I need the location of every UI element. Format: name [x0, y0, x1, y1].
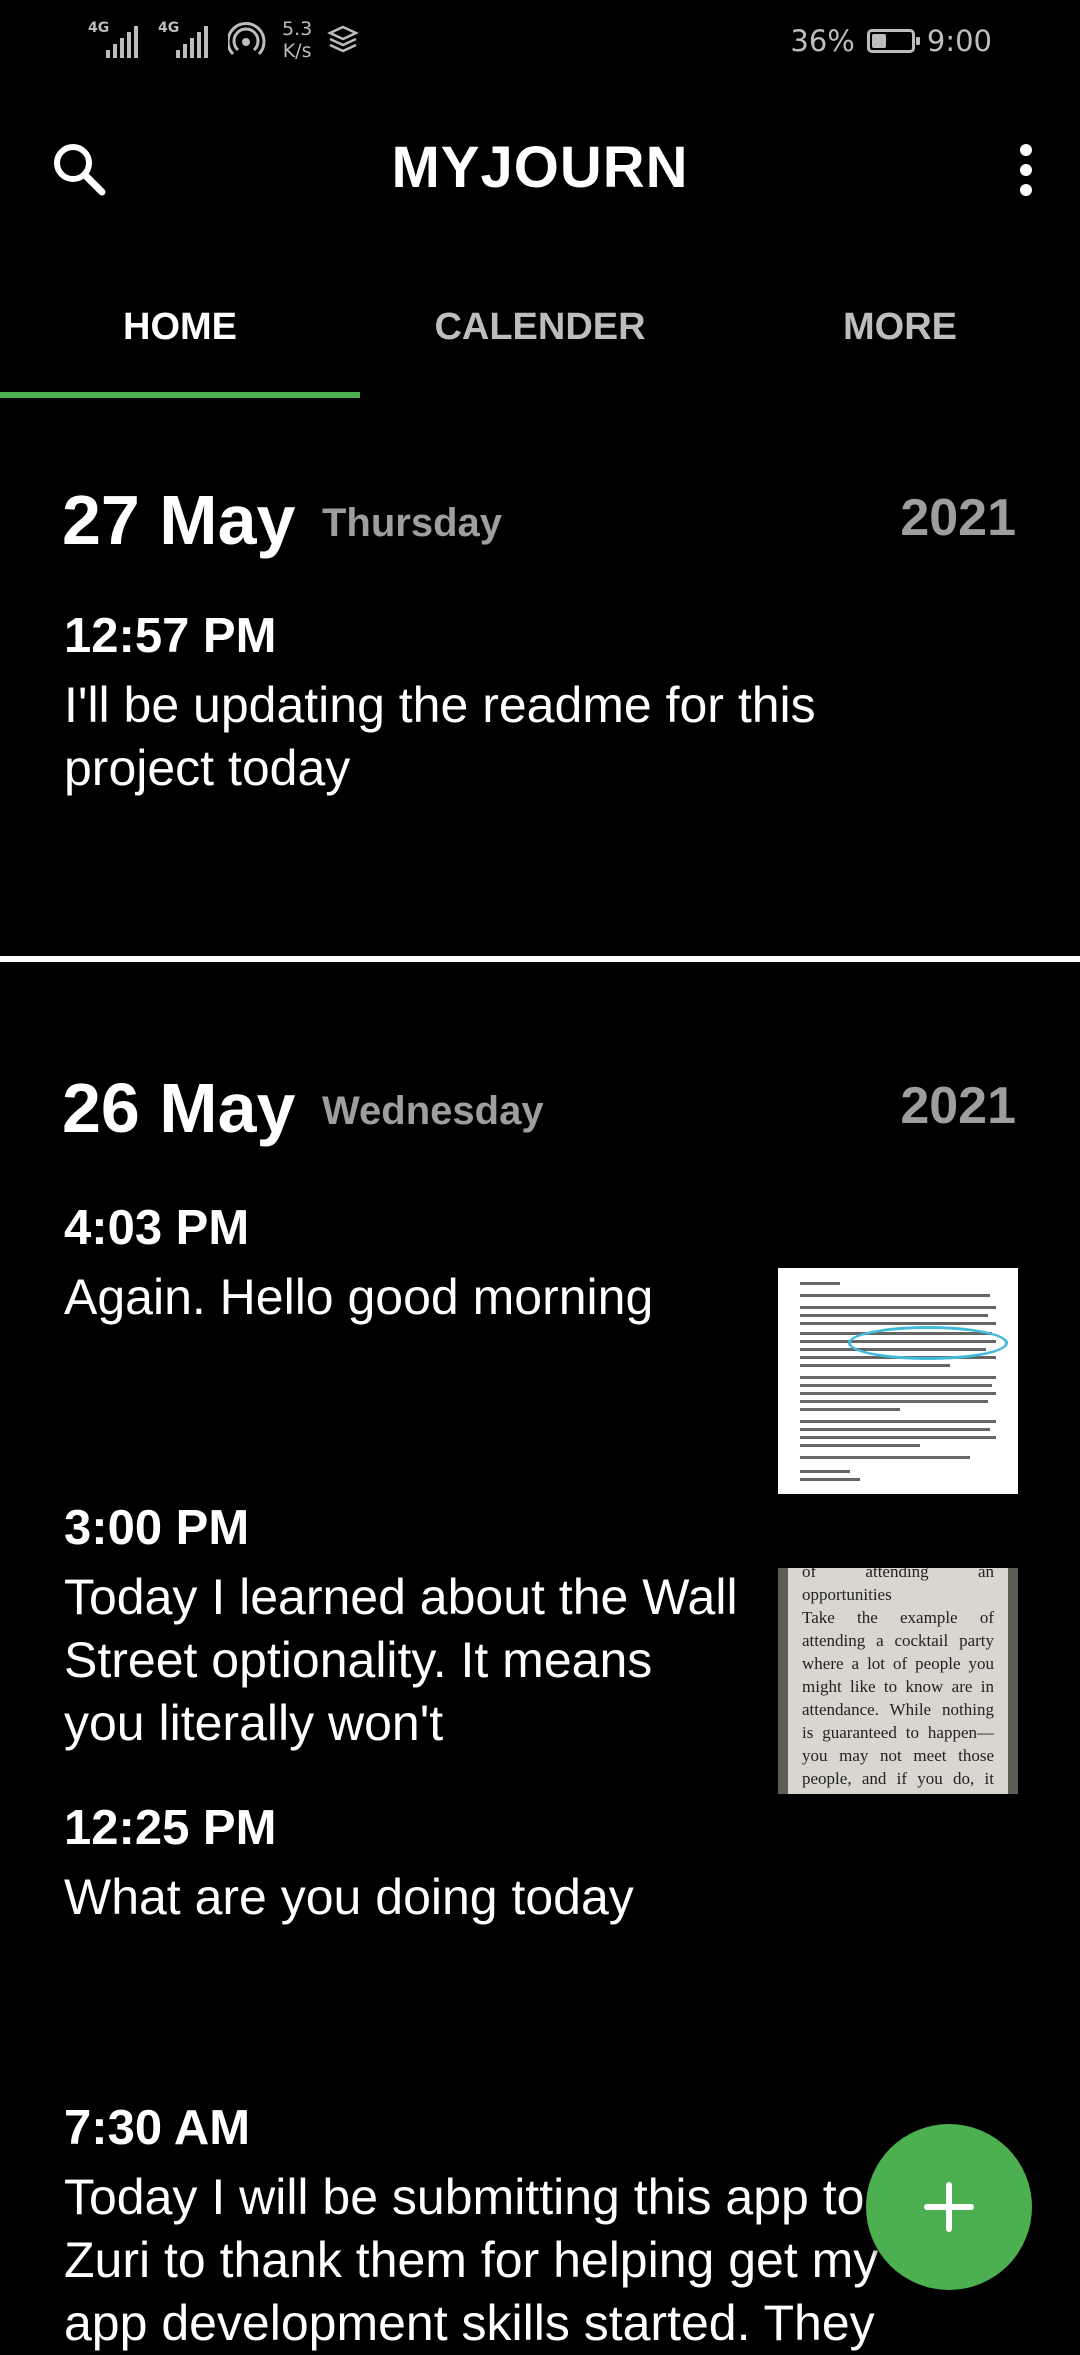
overflow-menu-button[interactable] — [996, 130, 1056, 210]
day-date: 26 May — [62, 1069, 296, 1147]
more-vert-icon — [1020, 144, 1032, 156]
day-card: 27 May Thursday 2021 12:57 PM I'll be up… — [0, 398, 1080, 956]
entry-text: I'll be updating the readme for this pro… — [64, 677, 816, 796]
hotspot-icon — [228, 22, 266, 56]
journal-entry[interactable]: 3:00 PM Today I learned about the Wall S… — [64, 1498, 744, 1755]
tab-bar: HOME CALENDER MORE — [0, 256, 1080, 398]
clock: 9:00 — [926, 24, 992, 58]
network-speed: 5.3 K/s — [282, 18, 313, 62]
entry-time: 3:00 PM — [64, 1501, 250, 1555]
entry-time: 7:30 AM — [64, 2101, 251, 2155]
book-page-text: of attending an opportunities Take the e… — [802, 1568, 994, 1794]
day-header: 27 May Thursday 2021 — [62, 470, 1016, 560]
app-title: MYJOURN — [391, 135, 689, 200]
plus-icon — [924, 2182, 974, 2232]
entry-text: Today I will be submitting this app to Z… — [64, 2169, 879, 2351]
day-header: 26 May Wednesday 2021 — [62, 1058, 1016, 1148]
day-year: 2021 — [900, 489, 1016, 547]
journal-entry[interactable]: 7:30 AM Today I will be submitting this … — [64, 2098, 964, 2355]
tab-more[interactable]: MORE — [720, 256, 1080, 398]
add-entry-button[interactable] — [866, 2124, 1032, 2290]
day-date: 27 May — [62, 481, 296, 559]
entry-image-thumbnail[interactable]: of attending an opportunities Take the e… — [778, 1568, 1018, 1794]
journal-entry[interactable]: 4:03 PM Again. Hello good morning — [64, 1198, 744, 1329]
tab-calender[interactable]: CALENDER — [360, 256, 720, 398]
status-bar: 4G 4G 5.3 K/s 36% 9:00 — [0, 0, 1080, 86]
entry-time: 4:03 PM — [64, 1201, 250, 1255]
entry-image-thumbnail[interactable] — [778, 1268, 1018, 1494]
signal-icon: 4G — [158, 20, 214, 60]
battery-icon — [866, 29, 920, 53]
app-bar: MYJOURN — [0, 86, 1080, 256]
journal-entry[interactable]: 12:57 PM I'll be updating the readme for… — [64, 606, 964, 800]
day-year: 2021 — [900, 1077, 1016, 1135]
day-weekday: Thursday — [322, 501, 503, 545]
journal-entry[interactable]: 12:25 PM What are you doing today — [64, 1798, 964, 1929]
entry-time: 12:57 PM — [64, 609, 277, 663]
entry-text: Again. Hello good morning — [64, 1269, 654, 1325]
tab-home[interactable]: HOME — [0, 256, 360, 398]
battery-percent: 36% — [790, 24, 855, 58]
day-weekday: Wednesday — [322, 1089, 544, 1133]
entry-time: 12:25 PM — [64, 1801, 277, 1855]
signal-icon: 4G — [88, 20, 144, 60]
entry-text: What are you doing today — [64, 1869, 634, 1925]
entry-text: Today I learned about the Wall Street op… — [64, 1569, 738, 1751]
app-notification-icon — [327, 25, 360, 53]
